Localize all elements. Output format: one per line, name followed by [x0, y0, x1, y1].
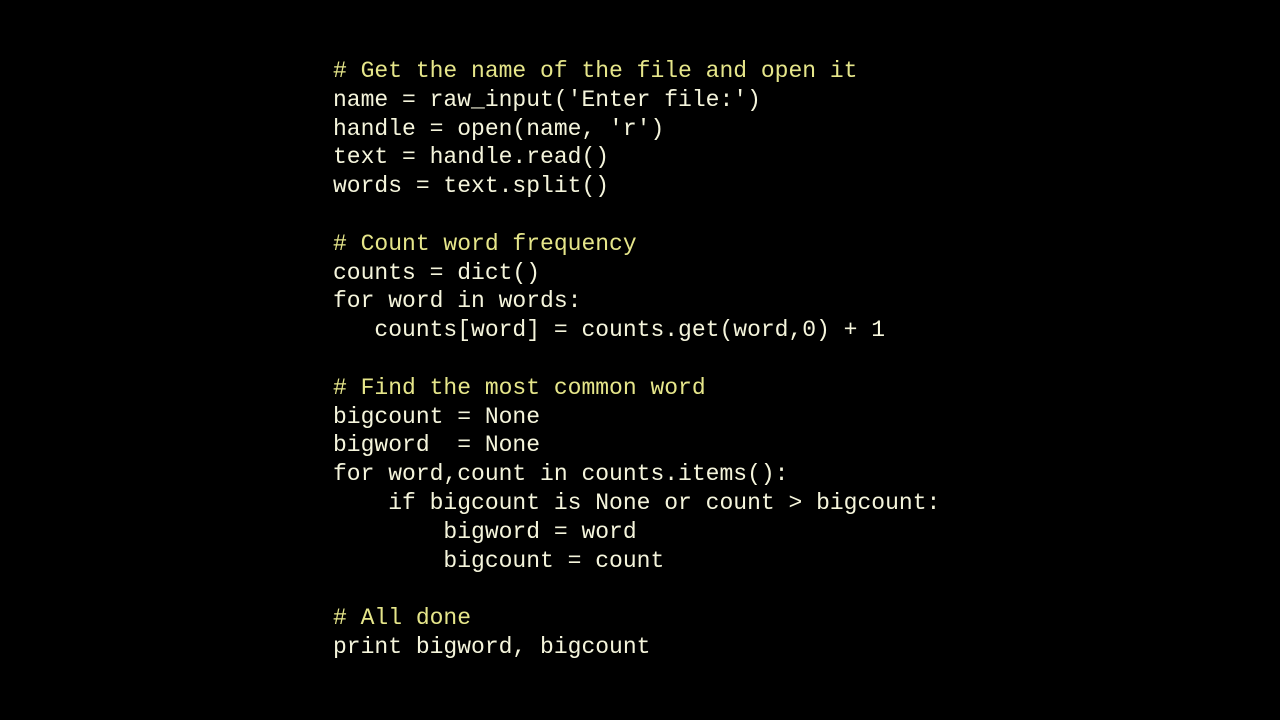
- code-line: bigcount = None: [333, 403, 1280, 432]
- code-line: # Count word frequency: [333, 230, 1280, 259]
- code-line: bigcount = count: [333, 547, 1280, 576]
- code-line: for word,count in counts.items():: [333, 460, 1280, 489]
- code-line: [333, 345, 1280, 374]
- code-line: name = raw_input('Enter file:'): [333, 86, 1280, 115]
- code-line: print bigword, bigcount: [333, 633, 1280, 662]
- code-line: [333, 575, 1280, 604]
- code-line: handle = open(name, 'r'): [333, 115, 1280, 144]
- code-line: bigword = word: [333, 518, 1280, 547]
- code-line: for word in words:: [333, 287, 1280, 316]
- code-line: # Find the most common word: [333, 374, 1280, 403]
- code-line: text = handle.read(): [333, 143, 1280, 172]
- code-line: [333, 201, 1280, 230]
- code-line: # All done: [333, 604, 1280, 633]
- code-line: # Get the name of the file and open it: [333, 57, 1280, 86]
- code-line: counts = dict(): [333, 259, 1280, 288]
- code-block: # Get the name of the file and open it n…: [0, 0, 1280, 662]
- code-line: words = text.split(): [333, 172, 1280, 201]
- code-line: bigword = None: [333, 431, 1280, 460]
- code-line: counts[word] = counts.get(word,0) + 1: [333, 316, 1280, 345]
- code-line: if bigcount is None or count > bigcount:: [333, 489, 1280, 518]
